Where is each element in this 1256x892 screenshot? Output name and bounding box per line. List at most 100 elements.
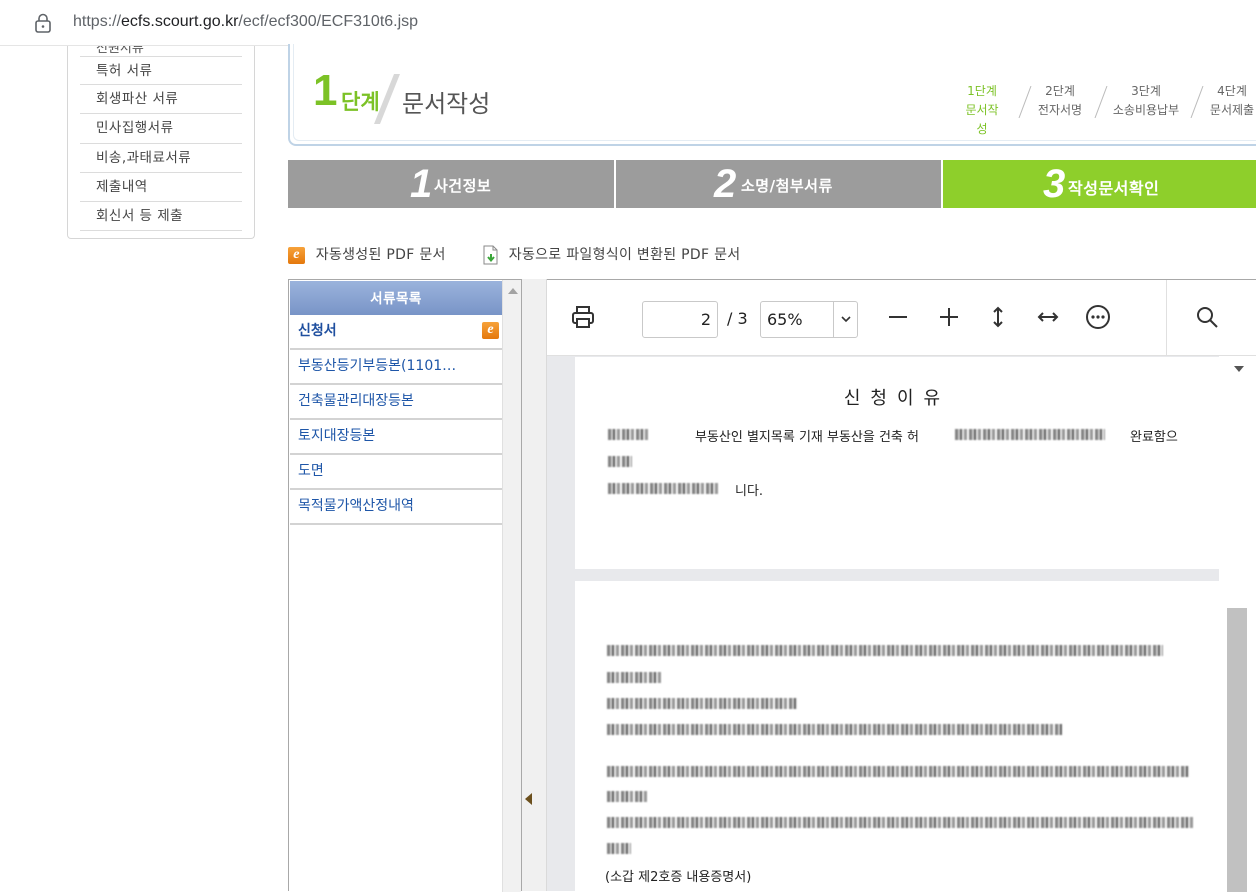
- left-nav-cut-label: 전원서류: [96, 46, 144, 56]
- fit-height-button[interactable]: [981, 300, 1015, 334]
- document-item-label: 부동산등기부등본(1101…: [298, 358, 457, 374]
- tab-case-info-label: 사건정보: [434, 177, 492, 195]
- left-nav-item-bankruptcy[interactable]: 회생파산 서류: [80, 85, 242, 115]
- zoom-dropdown[interactable]: [833, 302, 857, 337]
- left-nav-item-patent[interactable]: 특허 서류: [80, 56, 242, 86]
- vertical-arrows-icon: [993, 306, 1003, 328]
- scroll-up-arrow-icon[interactable]: [1234, 366, 1244, 372]
- more-options-button[interactable]: [1081, 300, 1115, 334]
- converted-file-icon: [483, 245, 498, 265]
- redacted-text: [607, 698, 797, 709]
- panel-splitter[interactable]: [522, 279, 547, 891]
- mini-step-3: 3단계 소송비용납부: [1108, 82, 1184, 120]
- left-nav-item-noncontentious[interactable]: 비송,과태료서류: [80, 144, 242, 173]
- redacted-text: [607, 791, 647, 802]
- pdf-page-2: (소갑 제2호증 내용증명서): [575, 581, 1219, 892]
- mini-step-3-bottom: 소송비용납부: [1112, 103, 1180, 117]
- page-number-input[interactable]: 2: [642, 301, 718, 338]
- document-list-panel: 서류목록 신청서 e 부동산등기부등본(1101… 건축물관리대장등본 토지대장…: [288, 279, 522, 892]
- scroll-up-arrow-icon[interactable]: [508, 288, 518, 294]
- horizontal-arrows-icon: [1037, 312, 1059, 322]
- redacted-text: [607, 724, 1062, 735]
- document-item-building-ledger[interactable]: 건축물관리대장등본: [290, 385, 502, 420]
- redacted-text: [955, 429, 1105, 440]
- search-button[interactable]: [1190, 300, 1224, 334]
- minus-icon: [889, 316, 907, 318]
- document-item-valuation[interactable]: 목적물가액산정내역: [290, 490, 502, 525]
- tab-attachments-number: 2: [714, 162, 737, 206]
- document-item-label: 토지대장등본: [298, 428, 376, 444]
- legend-auto-pdf: e 자동생성된 PDF 문서: [288, 244, 446, 264]
- redacted-text: [607, 672, 661, 683]
- left-nav-item-submission-history[interactable]: 제출내역: [80, 173, 242, 202]
- page-2-footer-text: (소갑 제2호증 내용증명서): [605, 870, 752, 885]
- tab-document-review-number: 3: [1043, 162, 1066, 206]
- document-item-label: 신청서: [298, 323, 337, 339]
- collapse-arrow-icon[interactable]: [525, 793, 532, 805]
- zoom-in-button[interactable]: [932, 300, 966, 334]
- redacted-text: [607, 817, 1193, 828]
- toolbar-separator: [1166, 280, 1167, 356]
- more-icon: [1086, 305, 1110, 329]
- pdf-viewer: 2 / 3 65% 신청이유 부동산인 별지목록 기재 부동산을 건축 허 완료…: [547, 279, 1256, 892]
- mini-step-4: 4단계 문서제출: [1206, 82, 1256, 120]
- left-nav-list: 특허 서류 회생파산 서류 민사집행서류 비송,과태료서류 제출내역 회신서 등…: [80, 56, 242, 232]
- redacted-text: [607, 645, 1163, 656]
- page-1-text-fragment: 부동산인 별지목록 기재 부동산을 건축 허: [695, 430, 919, 445]
- left-nav-cut-item[interactable]: 전원서류: [80, 46, 242, 56]
- document-list: 신청서 e 부동산등기부등본(1101… 건축물관리대장등본 토지대장등본 도면…: [290, 315, 502, 525]
- step-title: 문서작성: [402, 90, 491, 118]
- page-total: / 3: [727, 309, 748, 328]
- lock-icon: [35, 13, 51, 33]
- mini-step-separator-icon: [1190, 86, 1204, 118]
- pdf-toolbar: 2 / 3 65%: [547, 280, 1256, 356]
- mini-step-1: 1단계 문서작성: [960, 82, 1004, 139]
- auto-pdf-icon: e: [288, 246, 305, 264]
- mini-step-4-top: 4단계: [1217, 84, 1247, 98]
- mini-step-separator-icon: [1094, 86, 1108, 118]
- mini-step-4-bottom: 문서제출: [1209, 103, 1255, 117]
- pdf-page-1: 신청이유 부동산인 별지목록 기재 부동산을 건축 허 완료함으 니다.: [575, 357, 1219, 569]
- document-item-drawing[interactable]: 도면: [290, 455, 502, 490]
- left-nav-menu: 전원서류 특허 서류 회생파산 서류 민사집행서류 비송,과태료서류 제출내역 …: [67, 46, 255, 239]
- pdf-scrollbar-thumb[interactable]: [1227, 608, 1247, 892]
- page-1-text-fragment: 완료함으: [1130, 430, 1178, 445]
- tab-case-info[interactable]: 1 사건정보: [288, 160, 614, 208]
- redacted-text: [607, 843, 631, 854]
- document-item-land-ledger[interactable]: 토지대장등본: [290, 420, 502, 455]
- url-scheme: https://: [73, 13, 122, 30]
- document-list-header: 서류목록: [290, 281, 502, 315]
- url-path: /ecf/ecf300/ECF310t6.jsp: [238, 13, 419, 30]
- redacted-text: [607, 766, 1189, 777]
- tab-case-info-number: 1: [410, 162, 433, 206]
- document-item-label: 목적물가액산정내역: [298, 498, 414, 514]
- document-item-registry[interactable]: 부동산등기부등본(1101…: [290, 350, 502, 385]
- zoom-select[interactable]: 65%: [760, 301, 858, 338]
- document-list-scrollbar[interactable]: [502, 280, 521, 892]
- zoom-out-button[interactable]: [881, 300, 915, 334]
- left-nav-item-reply-submit[interactable]: 회신서 등 제출: [80, 202, 242, 232]
- legend-converted-pdf: 자동으로 파일형식이 변환된 PDF 문서: [482, 244, 740, 265]
- search-icon: [1197, 307, 1218, 328]
- mini-step-3-top: 3단계: [1131, 84, 1161, 98]
- plus-icon: [940, 308, 958, 326]
- chevron-down-icon: [841, 316, 851, 323]
- tab-document-review-label: 작성문서확인: [1068, 179, 1160, 198]
- left-nav-item-civil-execution[interactable]: 민사집행서류: [80, 114, 242, 144]
- tab-document-review[interactable]: 3 작성문서확인: [943, 160, 1256, 208]
- page-1-title: 신청이유: [843, 388, 951, 409]
- address-bar[interactable]: https://ecfs.scourt.go.kr/ecf/ecf300/ECF…: [0, 0, 1256, 46]
- url-text[interactable]: https://ecfs.scourt.go.kr/ecf/ecf300/ECF…: [73, 13, 418, 31]
- document-item-application[interactable]: 신청서 e: [290, 315, 502, 350]
- slash-decoration-icon: [374, 74, 400, 124]
- mini-step-2-top: 2단계: [1045, 84, 1075, 98]
- tab-attachments[interactable]: 2 소명/첨부서류: [616, 160, 941, 208]
- url-host: ecfs.scourt.go.kr: [121, 13, 239, 30]
- pdf-scrollbar[interactable]: [1219, 356, 1256, 892]
- print-button[interactable]: [566, 300, 600, 334]
- fit-width-button[interactable]: [1031, 300, 1065, 334]
- zoom-value: 65%: [767, 310, 803, 329]
- document-item-label: 건축물관리대장등본: [298, 393, 414, 409]
- redacted-text: [608, 429, 648, 440]
- page-1-text-fragment: 니다.: [735, 484, 764, 499]
